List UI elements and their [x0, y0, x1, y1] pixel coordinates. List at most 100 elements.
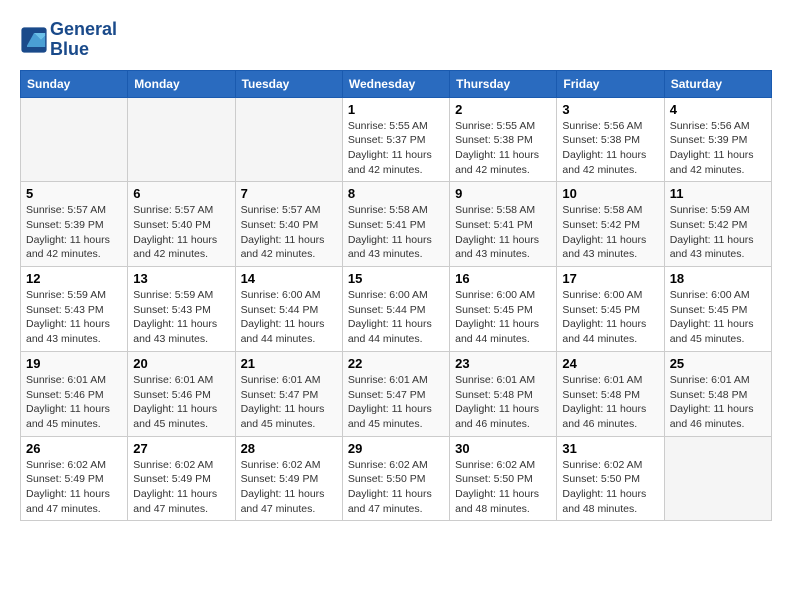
day-info: Sunrise: 6:02 AM Sunset: 5:50 PM Dayligh… — [455, 458, 551, 517]
week-row-5: 26Sunrise: 6:02 AM Sunset: 5:49 PM Dayli… — [21, 436, 772, 521]
day-number: 29 — [348, 441, 444, 456]
calendar-cell: 17 Sunrise: 6:00 AM Sunset: 5:45 PM Dayli… — [557, 267, 664, 352]
calendar-cell: 9 Sunrise: 5:58 AM Sunset: 5:41 PM Daylig… — [450, 182, 557, 267]
calendar-cell: 27 Sunrise: 6:02 AM Sunset: 5:49 PM Dayli… — [128, 436, 235, 521]
day-info: Sunrise: 6:00 AM Sunset: 5:44 PM Dayligh… — [241, 288, 337, 347]
weekday-monday: Monday — [128, 70, 235, 97]
day-info: Sunrise: 6:02 AM Sunset: 5:50 PM Dayligh… — [348, 458, 444, 517]
weekday-wednesday: Wednesday — [342, 70, 449, 97]
day-info: Sunrise: 5:57 AM Sunset: 5:40 PM Dayligh… — [133, 203, 229, 262]
day-info: Sunrise: 6:01 AM Sunset: 5:48 PM Dayligh… — [670, 373, 766, 432]
calendar-cell: 26Sunrise: 6:02 AM Sunset: 5:49 PM Dayli… — [21, 436, 128, 521]
day-info: Sunrise: 5:55 AM Sunset: 5:38 PM Dayligh… — [455, 119, 551, 178]
day-number: 13 — [133, 271, 229, 286]
day-number: 17 — [562, 271, 658, 286]
day-info: Sunrise: 5:58 AM Sunset: 5:41 PM Dayligh… — [455, 203, 551, 262]
day-number: 6 — [133, 186, 229, 201]
day-info: Sunrise: 6:00 AM Sunset: 5:45 PM Dayligh… — [670, 288, 766, 347]
day-info: Sunrise: 5:59 AM Sunset: 5:43 PM Dayligh… — [26, 288, 122, 347]
day-number: 15 — [348, 271, 444, 286]
calendar-cell: 25 Sunrise: 6:01 AM Sunset: 5:48 PM Dayli… — [664, 351, 771, 436]
day-number: 20 — [133, 356, 229, 371]
day-number: 31 — [562, 441, 658, 456]
calendar-cell: 24 Sunrise: 6:01 AM Sunset: 5:48 PM Dayli… — [557, 351, 664, 436]
day-info: Sunrise: 6:02 AM Sunset: 5:50 PM Dayligh… — [562, 458, 658, 517]
calendar-cell — [21, 97, 128, 182]
week-row-1: 1 Sunrise: 5:55 AM Sunset: 5:37 PM Daylig… — [21, 97, 772, 182]
calendar-cell — [664, 436, 771, 521]
day-number: 9 — [455, 186, 551, 201]
day-info: Sunrise: 5:56 AM Sunset: 5:38 PM Dayligh… — [562, 119, 658, 178]
calendar-cell: 10 Sunrise: 5:58 AM Sunset: 5:42 PM Dayli… — [557, 182, 664, 267]
calendar-cell: 30 Sunrise: 6:02 AM Sunset: 5:50 PM Dayli… — [450, 436, 557, 521]
day-info: Sunrise: 5:59 AM Sunset: 5:43 PM Dayligh… — [133, 288, 229, 347]
day-info: Sunrise: 6:01 AM Sunset: 5:46 PM Dayligh… — [26, 373, 122, 432]
calendar-cell: 23 Sunrise: 6:01 AM Sunset: 5:48 PM Dayli… — [450, 351, 557, 436]
week-row-2: 5Sunrise: 5:57 AM Sunset: 5:39 PM Daylig… — [21, 182, 772, 267]
day-number: 2 — [455, 102, 551, 117]
day-info: Sunrise: 5:56 AM Sunset: 5:39 PM Dayligh… — [670, 119, 766, 178]
weekday-sunday: Sunday — [21, 70, 128, 97]
day-info: Sunrise: 6:01 AM Sunset: 5:47 PM Dayligh… — [348, 373, 444, 432]
day-number: 23 — [455, 356, 551, 371]
week-row-4: 19 Sunrise: 6:01 AM Sunset: 5:46 PM Dayli… — [21, 351, 772, 436]
day-number: 30 — [455, 441, 551, 456]
calendar-cell: 28 Sunrise: 6:02 AM Sunset: 5:49 PM Dayli… — [235, 436, 342, 521]
calendar-cell: 11Sunrise: 5:59 AM Sunset: 5:42 PM Dayli… — [664, 182, 771, 267]
calendar-cell: 2 Sunrise: 5:55 AM Sunset: 5:38 PM Daylig… — [450, 97, 557, 182]
day-info: Sunrise: 6:02 AM Sunset: 5:49 PM Dayligh… — [26, 458, 122, 517]
calendar-cell: 1 Sunrise: 5:55 AM Sunset: 5:37 PM Daylig… — [342, 97, 449, 182]
day-number: 8 — [348, 186, 444, 201]
calendar-cell: 8 Sunrise: 5:58 AM Sunset: 5:41 PM Daylig… — [342, 182, 449, 267]
day-number: 7 — [241, 186, 337, 201]
day-info: Sunrise: 5:57 AM Sunset: 5:39 PM Dayligh… — [26, 203, 122, 262]
page-header: General Blue — [20, 20, 772, 60]
day-info: Sunrise: 6:02 AM Sunset: 5:49 PM Dayligh… — [133, 458, 229, 517]
day-number: 1 — [348, 102, 444, 117]
logo-icon — [20, 26, 48, 54]
calendar-cell: 12Sunrise: 5:59 AM Sunset: 5:43 PM Dayli… — [21, 267, 128, 352]
day-info: Sunrise: 6:01 AM Sunset: 5:48 PM Dayligh… — [455, 373, 551, 432]
day-number: 28 — [241, 441, 337, 456]
day-info: Sunrise: 5:55 AM Sunset: 5:37 PM Dayligh… — [348, 119, 444, 178]
logo: General Blue — [20, 20, 117, 60]
calendar-cell: 3 Sunrise: 5:56 AM Sunset: 5:38 PM Daylig… — [557, 97, 664, 182]
day-info: Sunrise: 6:02 AM Sunset: 5:49 PM Dayligh… — [241, 458, 337, 517]
day-info: Sunrise: 6:01 AM Sunset: 5:48 PM Dayligh… — [562, 373, 658, 432]
day-number: 27 — [133, 441, 229, 456]
weekday-header-row: SundayMondayTuesdayWednesdayThursdayFrid… — [21, 70, 772, 97]
day-info: Sunrise: 5:58 AM Sunset: 5:42 PM Dayligh… — [562, 203, 658, 262]
day-info: Sunrise: 6:00 AM Sunset: 5:44 PM Dayligh… — [348, 288, 444, 347]
calendar-cell — [128, 97, 235, 182]
calendar-cell: 29 Sunrise: 6:02 AM Sunset: 5:50 PM Dayli… — [342, 436, 449, 521]
day-info: Sunrise: 6:00 AM Sunset: 5:45 PM Dayligh… — [562, 288, 658, 347]
calendar-cell: 18 Sunrise: 6:00 AM Sunset: 5:45 PM Dayli… — [664, 267, 771, 352]
day-info: Sunrise: 6:00 AM Sunset: 5:45 PM Dayligh… — [455, 288, 551, 347]
calendar-cell: 19 Sunrise: 6:01 AM Sunset: 5:46 PM Dayli… — [21, 351, 128, 436]
calendar-cell — [235, 97, 342, 182]
day-info: Sunrise: 5:57 AM Sunset: 5:40 PM Dayligh… — [241, 203, 337, 262]
day-number: 24 — [562, 356, 658, 371]
weekday-tuesday: Tuesday — [235, 70, 342, 97]
calendar-cell: 5Sunrise: 5:57 AM Sunset: 5:39 PM Daylig… — [21, 182, 128, 267]
logo-text-general: General — [50, 20, 117, 40]
day-info: Sunrise: 6:01 AM Sunset: 5:47 PM Dayligh… — [241, 373, 337, 432]
day-number: 19 — [26, 356, 122, 371]
calendar-cell: 31 Sunrise: 6:02 AM Sunset: 5:50 PM Dayli… — [557, 436, 664, 521]
logo-text-blue: Blue — [50, 40, 117, 60]
day-number: 10 — [562, 186, 658, 201]
day-number: 3 — [562, 102, 658, 117]
day-info: Sunrise: 6:01 AM Sunset: 5:46 PM Dayligh… — [133, 373, 229, 432]
calendar-cell: 20 Sunrise: 6:01 AM Sunset: 5:46 PM Dayli… — [128, 351, 235, 436]
day-info: Sunrise: 5:58 AM Sunset: 5:41 PM Dayligh… — [348, 203, 444, 262]
day-number: 25 — [670, 356, 766, 371]
day-number: 4 — [670, 102, 766, 117]
day-number: 22 — [348, 356, 444, 371]
day-number: 16 — [455, 271, 551, 286]
calendar-table: SundayMondayTuesdayWednesdayThursdayFrid… — [20, 70, 772, 522]
calendar-cell: 7 Sunrise: 5:57 AM Sunset: 5:40 PM Daylig… — [235, 182, 342, 267]
day-number: 18 — [670, 271, 766, 286]
weekday-friday: Friday — [557, 70, 664, 97]
week-row-3: 12Sunrise: 5:59 AM Sunset: 5:43 PM Dayli… — [21, 267, 772, 352]
calendar-cell: 4 Sunrise: 5:56 AM Sunset: 5:39 PM Daylig… — [664, 97, 771, 182]
